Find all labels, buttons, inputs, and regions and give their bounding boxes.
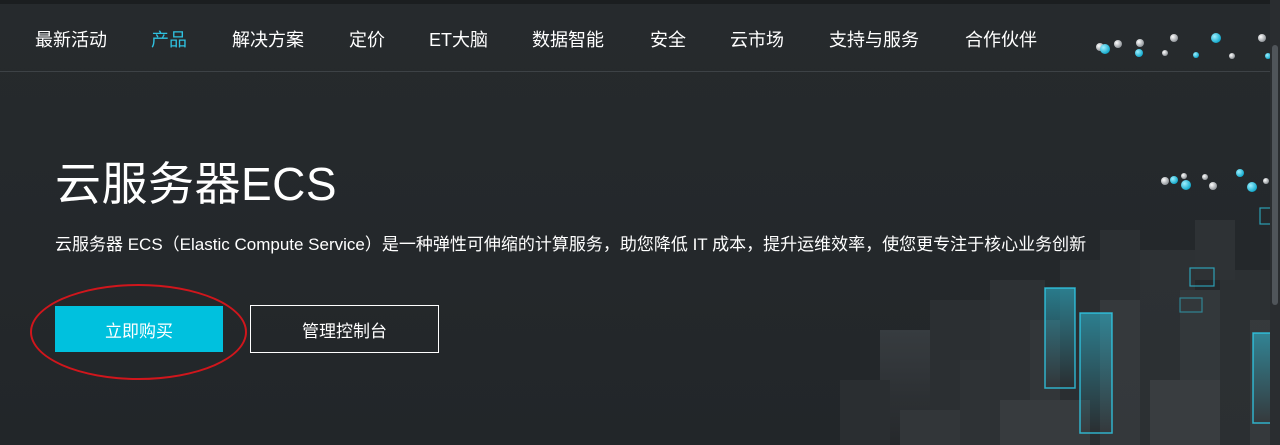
scrollbar-thumb[interactable] — [1272, 45, 1278, 305]
nav-item-data-intelligence[interactable]: 数据智能 — [532, 26, 604, 52]
nav-item-solutions[interactable]: 解决方案 — [232, 26, 304, 52]
page-title: 云服务器ECS — [55, 158, 338, 210]
nav-top-border — [0, 0, 1270, 4]
management-console-button[interactable]: 管理控制台 — [250, 305, 439, 353]
nav-item-security[interactable]: 安全 — [650, 26, 686, 52]
highlight-annotation-circle — [30, 284, 247, 380]
top-navigation: 最新活动 产品 解决方案 定价 ET大脑 数据智能 安全 云市场 支持与服务 合… — [0, 0, 1280, 72]
nav-item-et-brain[interactable]: ET大脑 — [429, 26, 488, 52]
nav-item-support-services[interactable]: 支持与服务 — [829, 26, 919, 52]
nav-item-partners[interactable]: 合作伙伴 — [965, 26, 1037, 52]
nav-item-marketplace[interactable]: 云市场 — [730, 26, 784, 52]
product-description: 云服务器 ECS（Elastic Compute Service）是一种弹性可伸… — [55, 235, 1087, 254]
nav-item-pricing[interactable]: 定价 — [349, 26, 385, 52]
scrollbar[interactable] — [1270, 0, 1280, 445]
page: 最新活动 产品 解决方案 定价 ET大脑 数据智能 安全 云市场 支持与服务 合… — [0, 0, 1280, 445]
nav-item-products[interactable]: 产品 — [151, 26, 187, 52]
nav-item-latest-activities[interactable]: 最新活动 — [35, 26, 107, 52]
